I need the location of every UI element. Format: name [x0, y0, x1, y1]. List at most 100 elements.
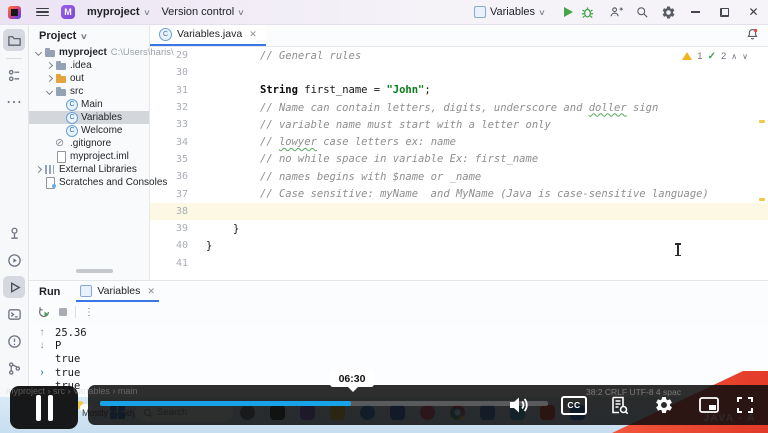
- code-line-32[interactable]: 32// Name can contain letters, digits, u…: [150, 99, 768, 116]
- more-tools-icon[interactable]: ⋯: [3, 91, 25, 113]
- tree-item-myproject-iml[interactable]: myproject.iml: [29, 150, 149, 163]
- code-line-39[interactable]: 39}: [150, 220, 768, 237]
- rerun-button[interactable]: [37, 305, 51, 319]
- tree-item-out[interactable]: out: [29, 72, 149, 85]
- services-tool-icon[interactable]: [3, 249, 25, 271]
- close-tab-icon[interactable]: ✕: [249, 29, 257, 40]
- line-number: 31: [150, 85, 200, 96]
- video-progress-track[interactable]: [100, 401, 548, 406]
- chevron-down-icon: ∨: [538, 8, 546, 17]
- commit-tool-icon[interactable]: [3, 222, 25, 244]
- notifications-bell-icon[interactable]: [745, 27, 760, 42]
- project-tree: myprojectC:\Users\haris\.ideaoutsrcMainV…: [29, 46, 149, 189]
- main-menu-icon[interactable]: [36, 8, 49, 17]
- chevron-closed-icon[interactable]: [45, 61, 54, 70]
- minimize-button[interactable]: [681, 0, 710, 24]
- tree-item-label: Main: [81, 99, 103, 110]
- tree-item-external-libraries[interactable]: External Libraries: [29, 163, 149, 176]
- folder-icon: [55, 73, 67, 84]
- code-with-me-icon[interactable]: [603, 0, 629, 24]
- code-line-35[interactable]: 35// no while space in variable Ex: firs…: [150, 151, 768, 168]
- tree-item-variables[interactable]: Variables: [29, 111, 149, 124]
- tree-item-main[interactable]: Main: [29, 98, 149, 111]
- search-icon[interactable]: [629, 0, 655, 24]
- code-text: // names begins with $name or _name: [260, 171, 481, 183]
- project-widget-label: myproject: [87, 6, 140, 18]
- code-line-36[interactable]: 36// names begins with $name or _name: [150, 168, 768, 185]
- chevron-open-icon[interactable]: [34, 48, 43, 57]
- code-line-40[interactable]: 40}: [150, 237, 768, 254]
- chevron-down-icon: ∨: [237, 8, 245, 17]
- vcs-widget-label: Version control: [161, 6, 234, 18]
- problems-tool-icon[interactable]: [3, 330, 25, 352]
- run-button[interactable]: [564, 7, 573, 17]
- version-control-tool-icon[interactable]: [3, 357, 25, 379]
- code-line-29[interactable]: 29// General rules: [150, 47, 768, 64]
- run-config-selector[interactable]: Variables ∨: [468, 2, 551, 22]
- console-more-icon[interactable]: ⋮: [84, 307, 94, 318]
- run-tab-variables[interactable]: Variables ✕: [76, 285, 159, 302]
- prev-problem-icon[interactable]: ∧: [731, 52, 737, 61]
- settings-gear-icon[interactable]: [650, 394, 678, 416]
- project-widget[interactable]: myproject ∨: [81, 2, 155, 22]
- settings-gear-icon[interactable]: [655, 0, 681, 24]
- close-tab-icon[interactable]: ✕: [147, 286, 155, 297]
- console-line: true: [55, 367, 87, 380]
- code-line-41[interactable]: 41: [150, 255, 768, 272]
- volume-icon[interactable]: [505, 394, 533, 416]
- chevron-placeholder: [56, 126, 65, 135]
- folder-icon: [44, 47, 56, 58]
- scratch-icon: [44, 177, 56, 188]
- structure-tool-icon[interactable]: [3, 64, 25, 86]
- code-line-31[interactable]: 31String first_name = "John";: [150, 82, 768, 99]
- captions-icon[interactable]: CC: [560, 394, 588, 416]
- next-problem-icon[interactable]: ∨: [742, 52, 748, 61]
- code-area[interactable]: 29// General rules3031String first_name …: [150, 47, 768, 280]
- line-number: 39: [150, 223, 200, 234]
- miniplayer-icon[interactable]: [695, 394, 723, 416]
- terminal-tool-icon[interactable]: [3, 303, 25, 325]
- transcript-icon[interactable]: [605, 394, 633, 416]
- code-line-38[interactable]: 38: [150, 203, 768, 220]
- class-icon: [66, 125, 78, 136]
- vcs-widget[interactable]: Version control ∨: [155, 2, 250, 22]
- folder-icon: [55, 86, 67, 97]
- line-number: 32: [150, 102, 200, 113]
- project-tool-icon[interactable]: [3, 29, 25, 51]
- code-line-33[interactable]: 33// variable name must start with a let…: [150, 116, 768, 133]
- tree-item-src[interactable]: src: [29, 85, 149, 98]
- tree-item-scratches-and-consoles[interactable]: Scratches and Consoles: [29, 176, 149, 189]
- code-line-37[interactable]: 37// Case sensitive: myName and MyName (…: [150, 185, 768, 202]
- up-arrow-icon[interactable]: ↑: [40, 327, 45, 338]
- chevron-closed-icon[interactable]: [34, 165, 43, 174]
- editor-tab-variables[interactable]: C Variables.java ✕: [150, 24, 266, 46]
- project-panel-title: Project: [39, 30, 76, 42]
- tree-item-label: External Libraries: [59, 164, 137, 175]
- project-badge-icon: M: [61, 5, 75, 19]
- debug-button[interactable]: [580, 5, 595, 20]
- down-arrow-icon[interactable]: ↓: [40, 340, 45, 351]
- tree-item-welcome[interactable]: Welcome: [29, 124, 149, 137]
- warning-icon: [682, 52, 692, 60]
- code-line-34[interactable]: 34// lowyer case letters ex: name: [150, 133, 768, 150]
- restore-button[interactable]: [710, 0, 739, 24]
- project-hscrollbar[interactable]: [76, 269, 113, 273]
- ide-breadcrumb-ghost: myproject › src › Variables › main: [6, 386, 137, 396]
- tree-item--gitignore[interactable]: .gitignore: [29, 137, 149, 150]
- tree-item-myproject[interactable]: myprojectC:\Users\haris\: [29, 46, 149, 59]
- text-cursor-pointer: [677, 243, 679, 256]
- code-line-30[interactable]: 30: [150, 64, 768, 81]
- tree-item--idea[interactable]: .idea: [29, 59, 149, 72]
- chevron-closed-icon[interactable]: [45, 74, 54, 83]
- inspection-widget[interactable]: 1 ✓ 2 ∧ ∨: [682, 51, 748, 62]
- run-tool-icon[interactable]: [3, 276, 25, 298]
- fullscreen-icon[interactable]: [731, 394, 759, 416]
- chevron-open-icon[interactable]: [45, 87, 54, 96]
- left-tool-stripe: ⋯: [0, 24, 29, 433]
- tree-item-label: myproject: [59, 47, 107, 58]
- code-text: }: [206, 240, 212, 252]
- tree-item-label: .idea: [70, 60, 92, 71]
- close-button[interactable]: ✕: [739, 0, 768, 24]
- stop-button[interactable]: [59, 308, 67, 316]
- line-number: 40: [150, 240, 200, 251]
